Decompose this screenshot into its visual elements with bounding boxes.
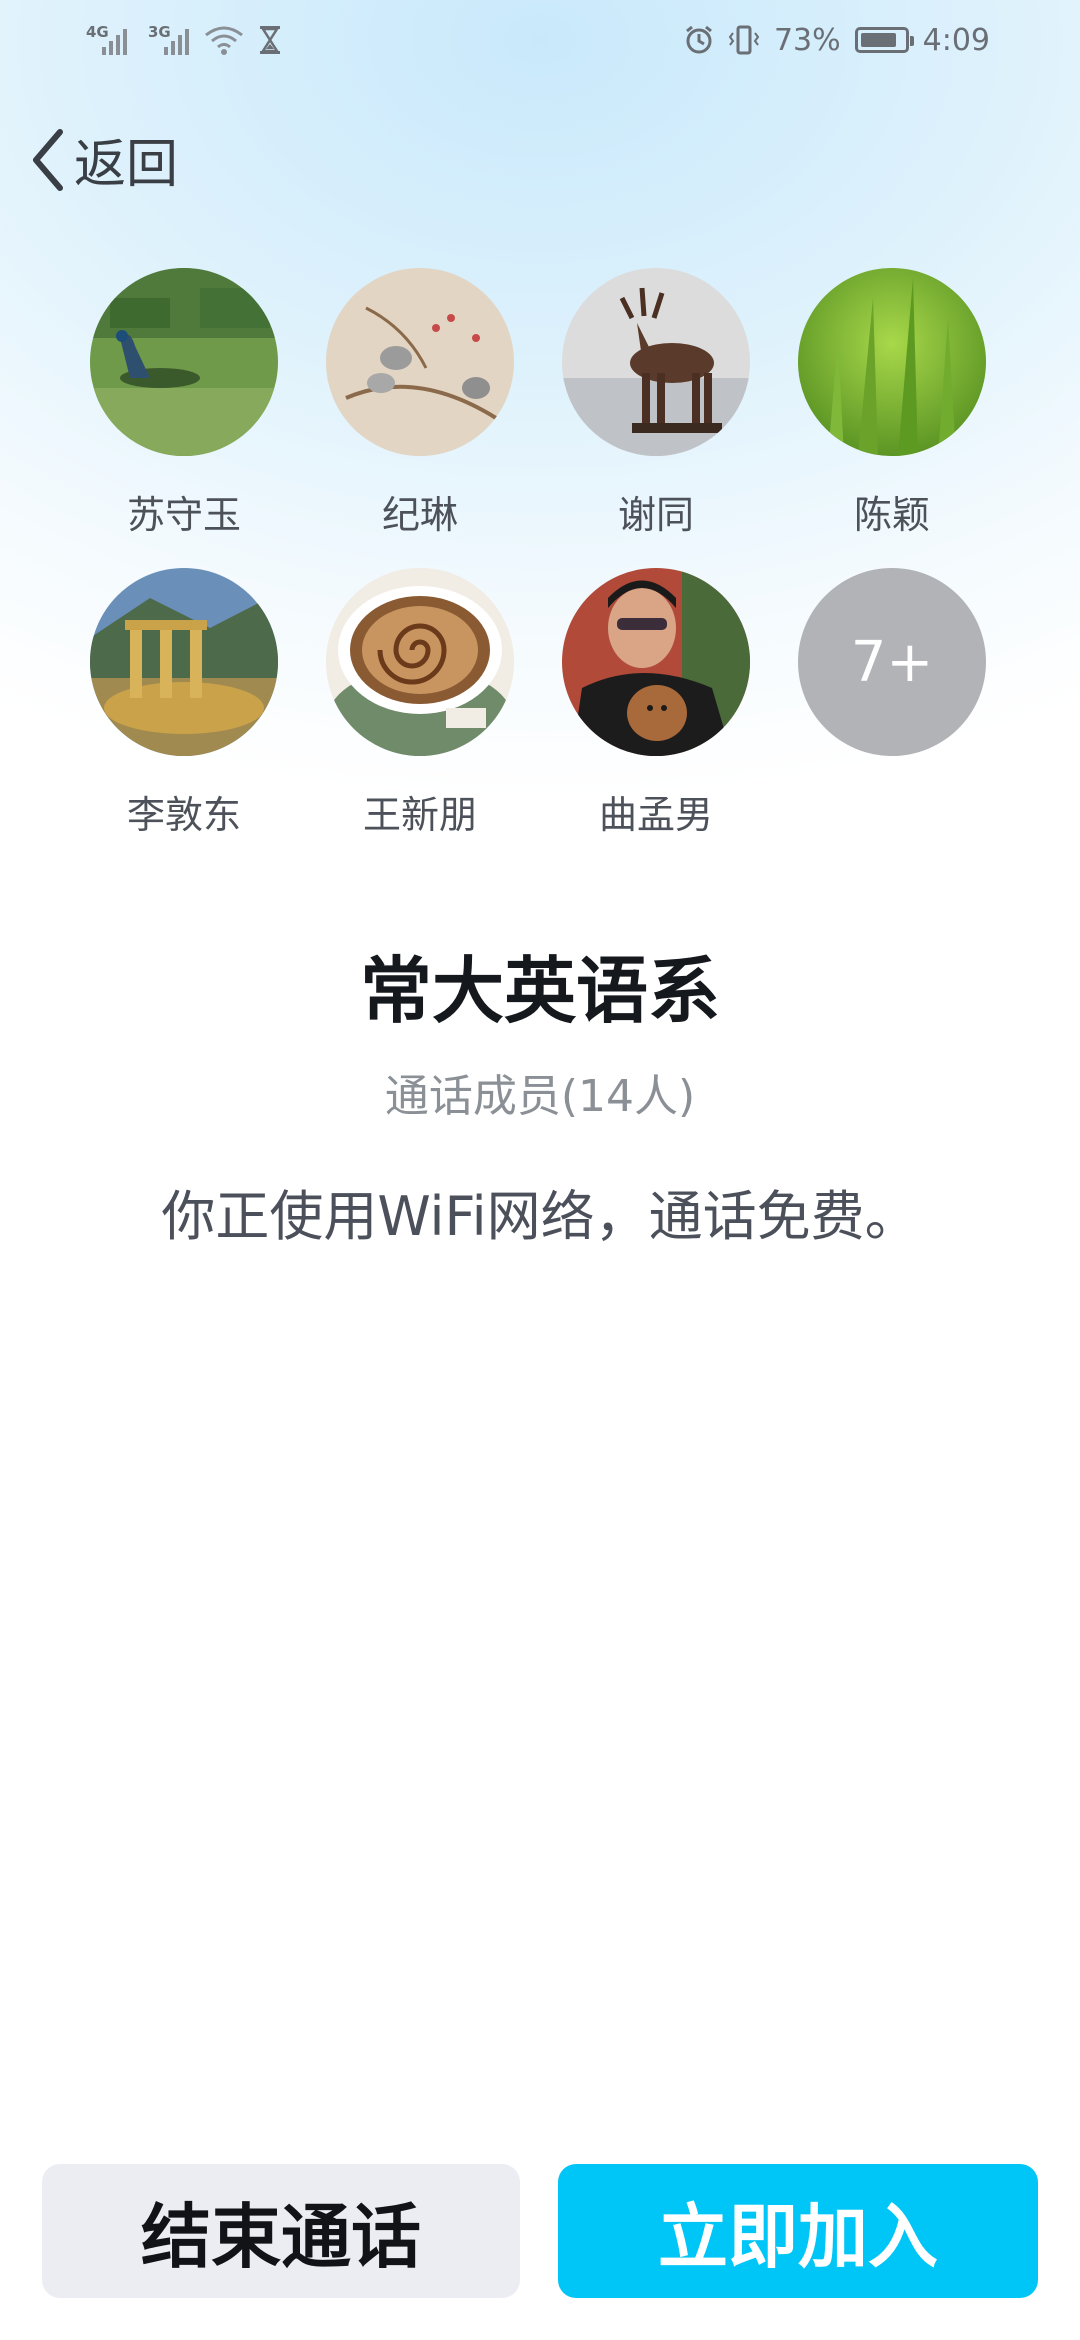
member-item[interactable]: 谢同 <box>562 268 750 537</box>
member-name: 陈颖 <box>853 493 930 537</box>
ruins-avatar <box>90 568 278 756</box>
call-members-count[interactable]: 通话成员(14人) <box>0 1060 1080 1124</box>
member-item[interactable]: 王新朋 <box>326 568 514 837</box>
member-name: 苏守玉 <box>126 493 241 537</box>
member-grid: 苏守玉 纪琳 谢同 陈颖 李敦东 王新朋 曲孟男 7+ <box>90 268 990 837</box>
signal-icon: 3G <box>148 23 190 55</box>
member-item[interactable]: 陈颖 <box>798 268 986 537</box>
coffee-avatar <box>326 568 514 756</box>
member-item[interactable]: 苏守玉 <box>90 268 278 537</box>
member-name: 纪琳 <box>381 493 458 537</box>
vibrate-icon <box>728 25 760 55</box>
more-members-badge[interactable]: 7+ <box>798 568 986 756</box>
wifi-icon <box>205 26 243 55</box>
birds-painting-avatar <box>326 268 514 456</box>
member-name: 王新朋 <box>362 793 477 837</box>
group-title: 常大英语系 <box>359 949 720 1033</box>
back-button[interactable]: 返回 <box>28 122 178 197</box>
network-type-label: 4G <box>86 23 109 41</box>
signal-icon: 4G <box>86 23 128 55</box>
peacock-avatar <box>90 268 278 456</box>
member-item[interactable]: 曲孟男 <box>562 568 750 837</box>
alarm-icon <box>686 25 712 54</box>
grass-avatar <box>798 268 986 456</box>
member-name: 李敦东 <box>126 793 241 837</box>
battery-level <box>860 33 896 47</box>
join-now-button[interactable]: 立即加入 <box>558 2164 1038 2298</box>
hourglass-icon <box>260 26 280 54</box>
back-label: 返回 <box>74 135 179 195</box>
clock: 4:09 <box>922 22 990 58</box>
status-right: 73% 4:09 <box>684 23 990 58</box>
chevron-left-icon <box>33 128 63 191</box>
member-item[interactable]: 李敦东 <box>90 568 278 837</box>
more-members[interactable]: 7+ <box>798 568 986 830</box>
deer-statue-avatar <box>562 268 750 456</box>
end-call-button[interactable]: 结束通话 <box>42 2164 520 2298</box>
wifi-notice: 你正使用WiFi网络，通话免费。 <box>161 1185 919 1248</box>
member-name: 谢同 <box>617 493 694 537</box>
battery-icon <box>854 27 914 53</box>
battery-percent: 73% <box>773 22 841 58</box>
member-name: 曲孟男 <box>598 793 713 837</box>
network-type-label: 3G <box>148 23 171 41</box>
status-left: 4G 3G <box>86 23 282 55</box>
member-item[interactable]: 纪琳 <box>326 268 514 537</box>
man-with-dog-avatar <box>562 568 750 756</box>
status-bar: 4G 3G 73% 4:09 <box>0 0 1080 80</box>
